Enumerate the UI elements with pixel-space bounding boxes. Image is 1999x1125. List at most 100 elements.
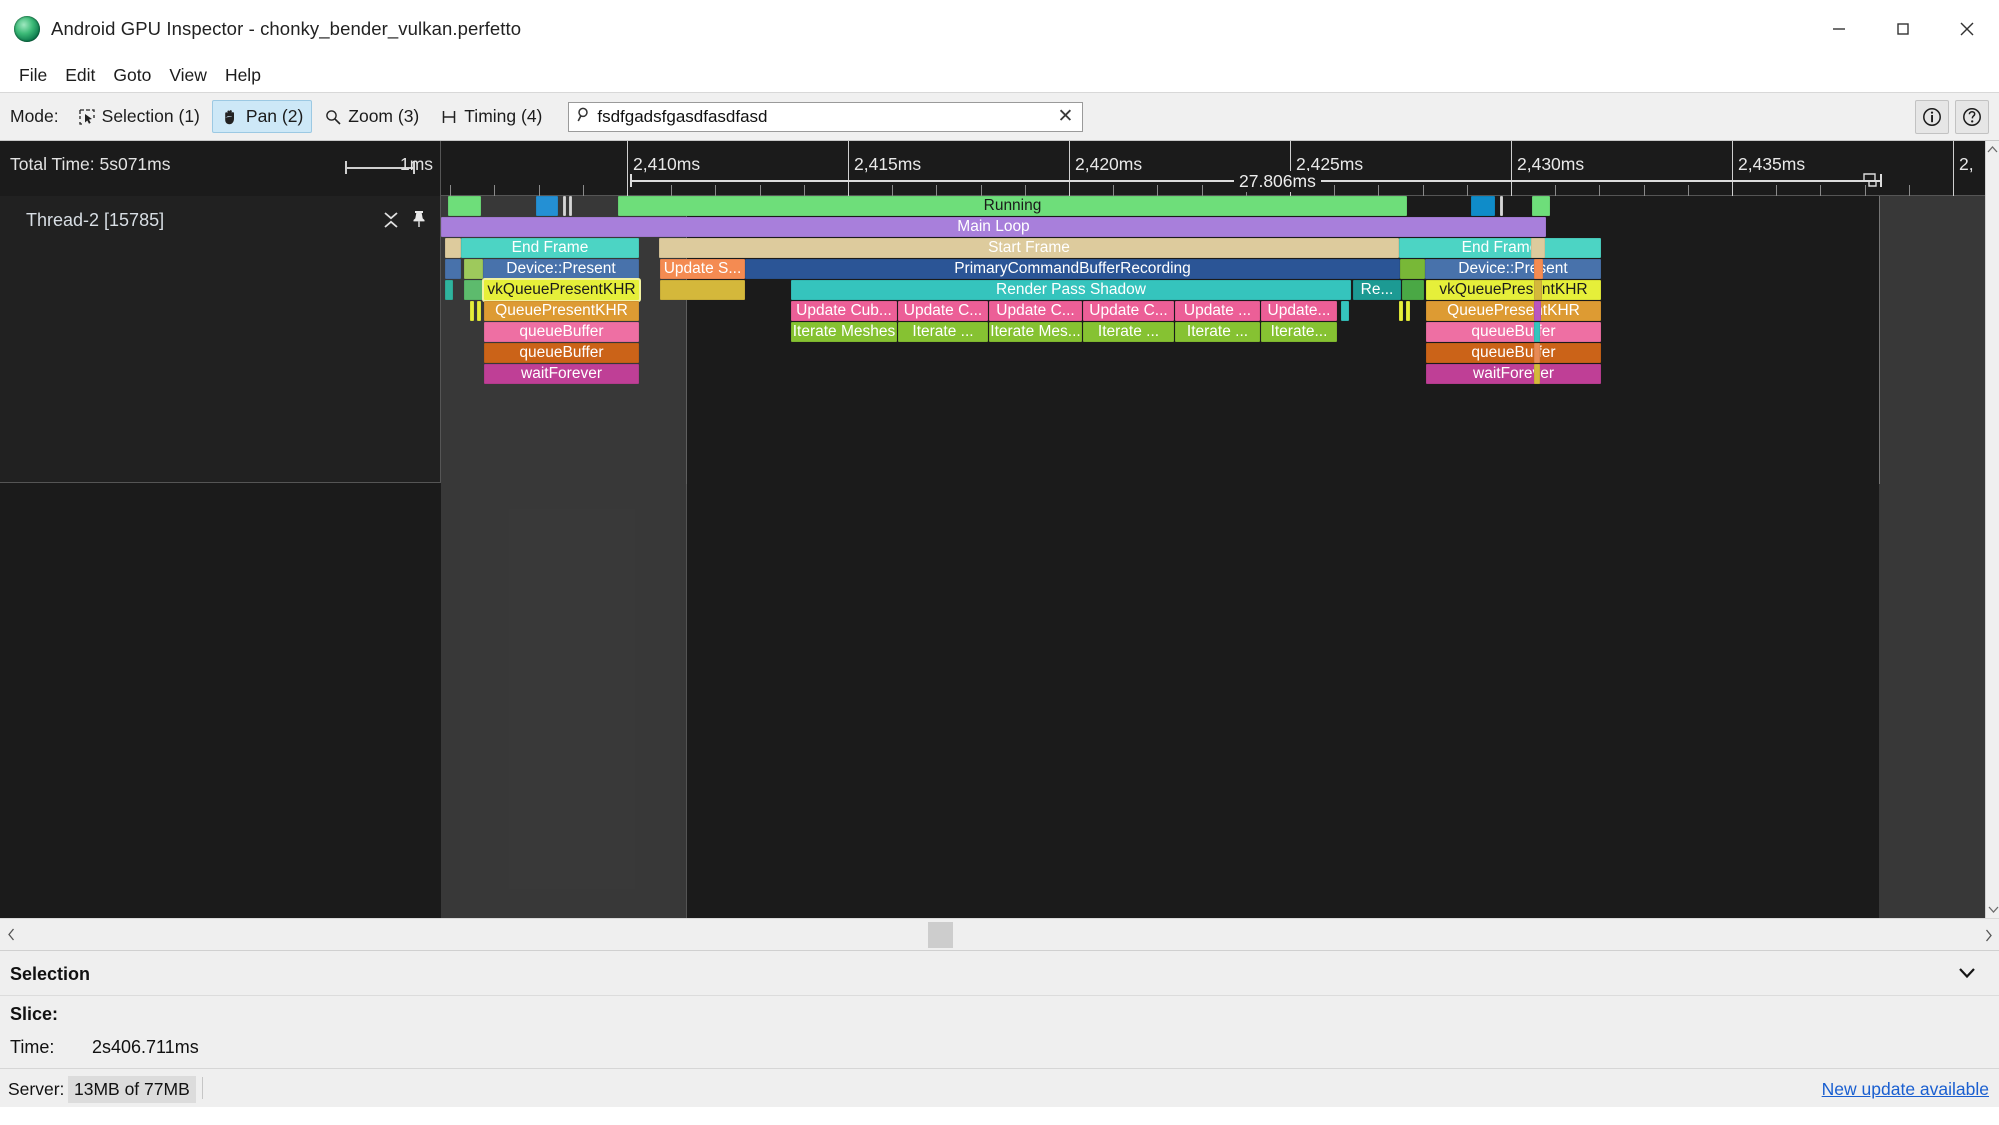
slice-unlabeled[interactable] [464, 280, 483, 300]
slice-unlabeled[interactable] [448, 196, 481, 216]
slice-unlabeled[interactable] [1532, 196, 1550, 216]
slice-primarycommandbufferrecording[interactable]: PrimaryCommandBufferRecording [745, 259, 1400, 279]
mode-zoom-button[interactable]: Zoom (3) [315, 100, 428, 133]
ruler-tick-label: 2,435ms [1738, 154, 1806, 174]
scroll-up-button[interactable] [1986, 141, 1999, 158]
slice-iterate[interactable]: Iterate ... [1083, 322, 1174, 342]
slice-unlabeled[interactable] [445, 238, 461, 258]
slice-unlabeled[interactable] [1471, 196, 1495, 216]
menu-item-view[interactable]: View [160, 62, 216, 89]
slice-device-present[interactable]: Device::Present [483, 259, 639, 279]
info-button[interactable] [1915, 100, 1949, 134]
slice-queuepresentkhr[interactable]: QueuePresentKHR [1426, 301, 1601, 321]
slice-queuebuffer[interactable]: queueBuffer [484, 343, 639, 363]
chevron-down-icon[interactable] [1957, 965, 1977, 985]
menu-item-help[interactable]: Help [216, 62, 270, 89]
maximize-button[interactable] [1871, 0, 1935, 58]
slice-unlabeled[interactable] [1531, 238, 1545, 258]
slice-queuebuffer[interactable]: queueBuffer [1426, 322, 1601, 342]
slice-start-frame[interactable]: Start Frame [659, 238, 1399, 258]
new-update-link[interactable]: New update available [1822, 1079, 1989, 1100]
slice-row-command-buffer: Device::Present Update S... PrimaryCommand… [441, 259, 1985, 279]
slice-unlabeled[interactable] [1400, 259, 1425, 279]
menu-item-goto[interactable]: Goto [104, 62, 160, 89]
hscroll-left-button[interactable] [0, 928, 22, 941]
slice-canvas[interactable]: Running Main Loop End Frame Start Frame End … [441, 196, 1985, 483]
slice-waitforever[interactable]: waitForever [1426, 364, 1601, 384]
collapse-chevrons-icon[interactable] [382, 210, 400, 235]
scroll-down-button[interactable] [1986, 901, 1999, 918]
menu-item-edit[interactable]: Edit [56, 62, 104, 89]
ruler-tick-label: 2, [1959, 154, 1974, 174]
slice-queuepresentkhr[interactable]: QueuePresentKHR [484, 301, 639, 321]
slice-unlabeled[interactable] [464, 259, 483, 279]
menu-item-file[interactable]: File [10, 62, 56, 89]
slice-iterate-meshes[interactable]: Iterate Meshes [791, 322, 897, 342]
close-button[interactable] [1935, 0, 1999, 58]
mode-pan-button[interactable]: Pan (2) [211, 100, 313, 133]
slice-unlabeled[interactable] [1534, 301, 1541, 321]
slice-unlabeled[interactable] [660, 280, 745, 300]
slice-update[interactable]: Update ... [1175, 301, 1260, 321]
hscroll-right-button[interactable] [1977, 919, 1999, 951]
hscroll-thumb[interactable] [928, 922, 953, 948]
ruler-major-tick [1953, 141, 1954, 196]
search-clear-icon[interactable]: ✕ [1055, 107, 1075, 126]
slice-render-pass-shadow[interactable]: Render Pass Shadow [791, 280, 1351, 300]
slice-queuebuffer[interactable]: queueBuffer [1426, 343, 1601, 363]
slice-end-frame[interactable]: End Frame [461, 238, 639, 258]
slice-update-s[interactable]: Update S... [660, 259, 745, 279]
mode-timing-button[interactable]: Timing (4) [431, 100, 551, 133]
slice-unlabeled[interactable] [445, 280, 453, 300]
slice-iterate[interactable]: Iterate ... [898, 322, 988, 342]
search-input[interactable] [597, 106, 1056, 127]
slice-unlabeled[interactable] [569, 196, 572, 216]
slice-update-c[interactable]: Update C... [898, 301, 988, 321]
slice-iterate[interactable]: Iterate ... [1175, 322, 1260, 342]
slice-unlabeled[interactable] [445, 259, 461, 279]
slice-unlabeled[interactable] [1534, 322, 1540, 342]
slice-unlabeled[interactable] [1534, 259, 1543, 279]
timeline-vertical-scrollbar[interactable] [1985, 141, 1999, 918]
slice-queuebuffer[interactable]: queueBuffer [484, 322, 639, 342]
slice-unlabeled[interactable] [1534, 280, 1542, 300]
slice-update-c[interactable]: Update C... [1083, 301, 1174, 321]
slice-update[interactable]: Update... [1261, 301, 1337, 321]
slice-unlabeled[interactable] [1534, 364, 1540, 384]
search-box[interactable]: ✕ [568, 101, 1084, 132]
selection-divider [0, 995, 1999, 996]
slice-unlabeled[interactable] [563, 196, 566, 216]
slice-unlabeled[interactable] [1406, 301, 1410, 321]
slice-device-present[interactable]: Device::Present [1425, 259, 1601, 279]
slice-unlabeled[interactable] [1402, 280, 1424, 300]
slice-unlabeled[interactable] [1500, 196, 1503, 216]
slice-waitforever[interactable]: waitForever [484, 364, 639, 384]
help-button[interactable] [1955, 100, 1989, 134]
track-area[interactable]: Thread-2 [15785] Running Main Loop End Fra… [0, 196, 1985, 918]
server-memory-value: 13MB of 77MB [68, 1076, 196, 1103]
timeline-horizontal-scrollbar[interactable] [0, 918, 1999, 950]
slice-unlabeled[interactable] [1399, 301, 1403, 321]
minimize-button[interactable] [1807, 0, 1871, 58]
slice-update-cub[interactable]: Update Cub... [791, 301, 897, 321]
slice-re[interactable]: Re... [1353, 280, 1401, 300]
status-separator [202, 1077, 203, 1099]
time-ruler[interactable]: Total Time: 5s071ms 1ms 2,410ms 2,415ms 2,… [0, 141, 1999, 196]
slice-update-c[interactable]: Update C... [989, 301, 1082, 321]
slice-unlabeled[interactable] [470, 301, 474, 321]
slice-iterate-mes[interactable]: Iterate Mes... [989, 322, 1082, 342]
slice-vkqueuepresentkhr[interactable]: vkQueuePresentKHR [1426, 280, 1601, 300]
slice-main-loop[interactable]: Main Loop [441, 217, 1546, 237]
slice-vkqueuepresentkhr[interactable]: vkQueuePresentKHR [484, 280, 639, 300]
slice-end-frame[interactable]: End Frame [1399, 238, 1601, 258]
mode-selection-button[interactable]: Selection (1) [69, 100, 209, 133]
slice-running[interactable]: Running [618, 196, 1407, 216]
slice-unlabeled[interactable] [477, 301, 481, 321]
timeline[interactable]: Total Time: 5s071ms 1ms 2,410ms 2,415ms 2,… [0, 141, 1999, 918]
slice-unlabeled[interactable] [536, 196, 558, 216]
slice-iterate[interactable]: Iterate... [1261, 322, 1337, 342]
slice-unlabeled[interactable] [1534, 343, 1540, 363]
track-header-thread-2[interactable]: Thread-2 [15785] [0, 196, 441, 483]
slice-unlabeled[interactable] [1341, 301, 1349, 321]
pin-icon[interactable] [410, 209, 428, 234]
